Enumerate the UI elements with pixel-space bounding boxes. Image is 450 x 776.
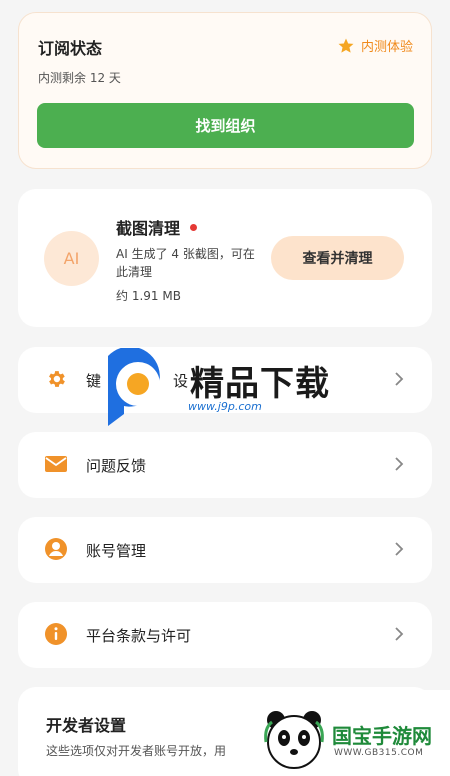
chevron-right-icon [395, 627, 404, 641]
menu-item-label: 问题反馈 [86, 457, 147, 475]
chevron-right-icon [395, 457, 404, 471]
cleanup-title: 截图清理 [116, 215, 198, 239]
view-and-clean-button[interactable]: 查看并清理 [271, 236, 404, 280]
screenshot-cleanup-card: AI 截图清理 AI 生成了 4 张截图，可在此清理 约 1.91 MB 查看并… [18, 189, 432, 327]
beta-badge[interactable]: 内测体验 [337, 36, 413, 55]
watermark-title: 精品下载 [190, 364, 330, 404]
find-organization-button[interactable]: 找到组织 [37, 103, 414, 148]
watermark-corner-url: WWW.GB315.COM [334, 748, 424, 758]
watermark-gb315: 国宝手游网 WWW.GB315.COM [250, 690, 450, 776]
notification-dot [190, 223, 198, 231]
watermark-corner-title: 国宝手游网 [332, 724, 432, 748]
cleanup-size: 约 1.91 MB [116, 289, 181, 303]
chevron-right-icon [395, 372, 404, 386]
subscription-title: 订阅状态 [38, 39, 103, 58]
mail-icon [44, 452, 68, 476]
watermark-logo-icon [108, 348, 160, 426]
menu-item-label: 键 [86, 372, 102, 390]
panda-logo-icon [264, 711, 324, 769]
ai-avatar: AI [44, 231, 99, 286]
developer-settings-description: 这些选项仅对开发者账号开放，用 [46, 744, 227, 758]
account-icon [44, 537, 68, 561]
subscription-card: 订阅状态 内测体验 内测剩余 12 天 找到组织 [18, 12, 432, 169]
developer-settings-title: 开发者设置 [46, 716, 127, 735]
menu-item-terms[interactable]: 平台条款与许可 [18, 602, 432, 668]
menu-item-label: 平台条款与许可 [86, 627, 192, 645]
gear-icon [44, 367, 68, 391]
chevron-right-icon [395, 542, 404, 556]
cleanup-description: AI 生成了 4 张截图，可在此清理 [116, 247, 255, 279]
info-icon [44, 622, 68, 646]
remaining-days: 内测剩余 12 天 [38, 71, 121, 85]
menu-item-label: 账号管理 [86, 542, 147, 560]
watermark-j9p: 精品下载 www.j9p.com [100, 348, 360, 428]
menu-item-account[interactable]: 账号管理 [18, 517, 432, 583]
settings-page: 订阅状态 内测体验 内测剩余 12 天 找到组织 AI 截图清理 AI 生成了 … [0, 0, 450, 776]
cleanup-title-text: 截图清理 [116, 219, 181, 238]
menu-item-feedback[interactable]: 问题反馈 [18, 432, 432, 498]
star-icon [338, 38, 354, 53]
watermark-url: www.j9p.com [188, 400, 262, 413]
beta-badge-label: 内测体验 [360, 40, 413, 55]
